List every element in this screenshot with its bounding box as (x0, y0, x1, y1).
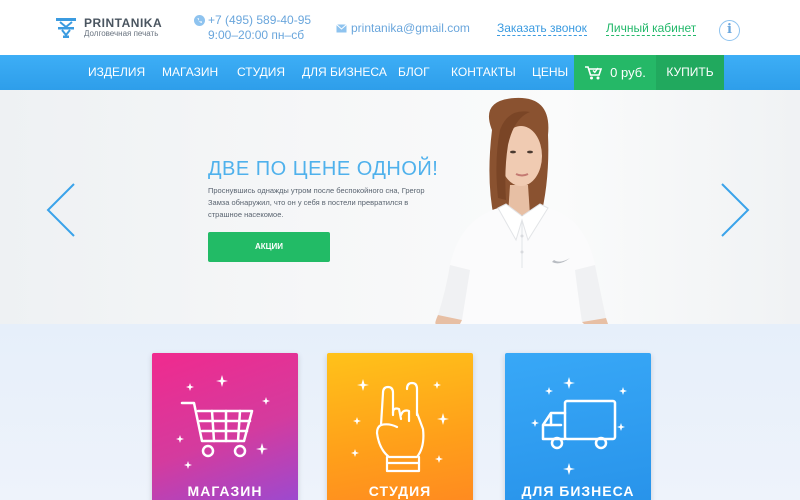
nav-item-studio[interactable]: Студия (237, 55, 285, 90)
cart-total: 0 руб. (610, 65, 646, 80)
category-card-studio[interactable]: СТУДИЯ (327, 353, 473, 500)
email-address[interactable]: printanika@gmail.com (351, 21, 470, 35)
phone-icon (194, 15, 205, 26)
cart-button[interactable]: 0 руб. (574, 55, 656, 90)
nav-item-products[interactable]: Изделия (88, 55, 145, 90)
nav-item-prices[interactable]: Цены (532, 55, 568, 90)
category-card-business[interactable]: ДЛЯ БИЗНЕСА (505, 353, 651, 500)
delivery-truck-icon (531, 377, 627, 475)
hero-description: Проснувшись однажды утром после беспокой… (208, 186, 425, 219)
work-hours: 9:00–20:00 пн–сб (208, 28, 305, 42)
nav-item-business[interactable]: Для бизнеса (302, 55, 387, 90)
category-label-shop: МАГАЗИН (187, 483, 263, 499)
model-photo (435, 97, 608, 324)
contact-email[interactable]: printanika@gmail.com (336, 21, 470, 35)
info-icon[interactable]: i (719, 20, 740, 41)
brand-tagline: Долговечная печать (84, 29, 159, 38)
hero-slider: ДВЕ ПО ЦЕНЕ ОДНОЙ! Проснувшись однажды у… (0, 90, 800, 324)
mail-icon (336, 23, 347, 32)
nav-item-blog[interactable]: Блог (398, 55, 430, 90)
hero-title: ДВЕ ПО ЦЕНЕ ОДНОЙ! (208, 158, 439, 180)
rock-hand-icon (351, 379, 449, 473)
logo[interactable]: PRINTANIKA Долговечная печать (54, 17, 162, 39)
site-header: PRINTANIKA Долговечная печать +7 (495) 5… (0, 0, 800, 55)
personal-cabinet-link[interactable]: Личный кабинет (606, 21, 697, 36)
callback-link[interactable]: Заказать звонок (497, 21, 587, 36)
phone-number[interactable]: +7 (495) 589-40-95 (208, 13, 311, 28)
nav-item-shop[interactable]: Магазин (162, 55, 218, 90)
arrow-right-icon[interactable] (716, 180, 756, 240)
category-label-studio: СТУДИЯ (368, 483, 432, 499)
nav-item-contacts[interactable]: Контакты (451, 55, 516, 90)
category-section: МАГАЗИН СТУДИЯ ДЛЯ БИЗНЕСА (0, 324, 800, 500)
category-card-shop[interactable]: МАГАЗИН (152, 353, 298, 500)
category-label-business: ДЛЯ БИЗНЕСА (521, 483, 635, 499)
shopping-cart-icon (176, 375, 270, 469)
contact-phone-block: +7 (495) 589-40-95 9:00–20:00 пн–сб (194, 13, 311, 43)
promo-button[interactable]: АКЦИИ (208, 232, 330, 262)
buy-button[interactable]: Купить (656, 55, 724, 90)
brand-name: PRINTANIKA (84, 16, 163, 30)
arrow-left-icon[interactable] (40, 180, 80, 240)
cart-icon (585, 65, 603, 79)
logo-icon (56, 18, 76, 38)
